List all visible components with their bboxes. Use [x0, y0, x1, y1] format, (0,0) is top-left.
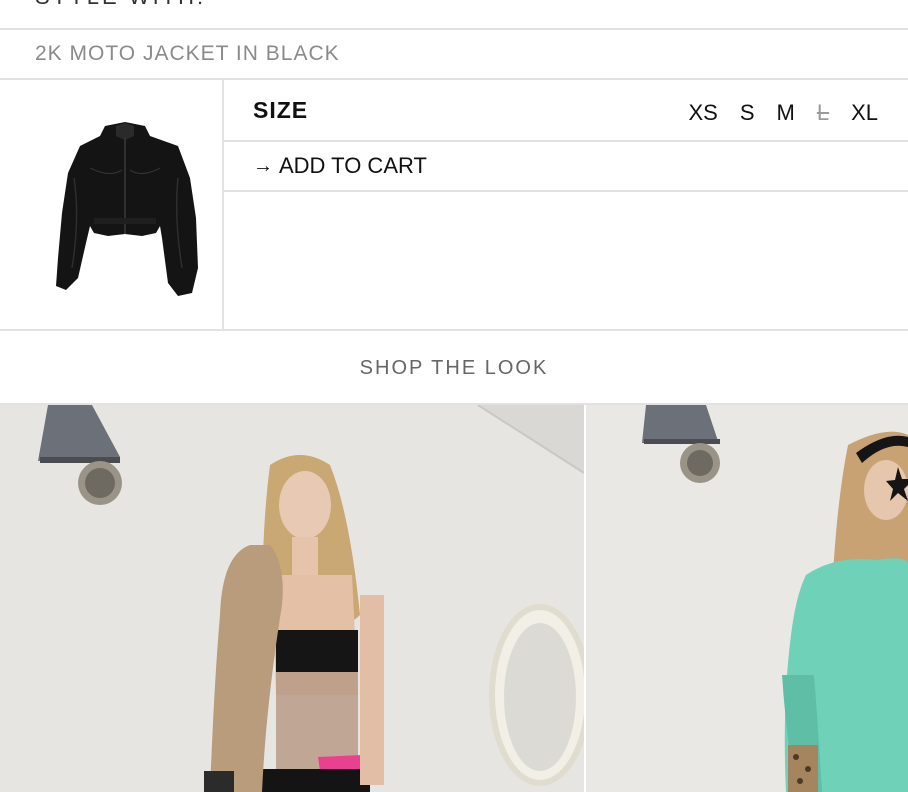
look-photo-2[interactable] [586, 405, 908, 792]
size-options: XS S M L XL [666, 100, 878, 126]
section-header: STYLE WITH: [0, 0, 908, 30]
add-to-cart-row: → ADD TO CART [224, 142, 908, 192]
product-block: SIZE XS S M L XL → ADD TO CART [0, 80, 908, 331]
size-selector-row: SIZE XS S M L XL [224, 80, 908, 142]
size-label: SIZE [253, 97, 309, 123]
section-header-text: STYLE WITH: [35, 0, 206, 10]
arrow-right-icon: → [253, 154, 273, 177]
size-option-s[interactable]: S [740, 100, 755, 126]
jacket-image [56, 122, 198, 296]
look-photo-1[interactable] [0, 405, 584, 792]
size-option-m[interactable]: M [777, 100, 795, 126]
add-to-cart-button[interactable]: → ADD TO CART [253, 153, 427, 179]
shop-the-look-header: SHOP THE LOOK [0, 331, 908, 405]
product-name-row: 2K MOTO JACKET IN BLACK [0, 30, 908, 80]
size-option-xs[interactable]: XS [688, 100, 717, 126]
look-2-image [586, 405, 908, 792]
product-thumbnail[interactable] [0, 80, 224, 329]
shop-the-look-title: SHOP THE LOOK [359, 357, 549, 379]
product-name: 2K MOTO JACKET IN BLACK [35, 42, 340, 65]
add-to-cart-label: ADD TO CART [279, 153, 427, 178]
size-option-l[interactable]: L [817, 100, 829, 126]
size-option-xl[interactable]: XL [851, 100, 878, 126]
look-1-image [0, 405, 584, 792]
